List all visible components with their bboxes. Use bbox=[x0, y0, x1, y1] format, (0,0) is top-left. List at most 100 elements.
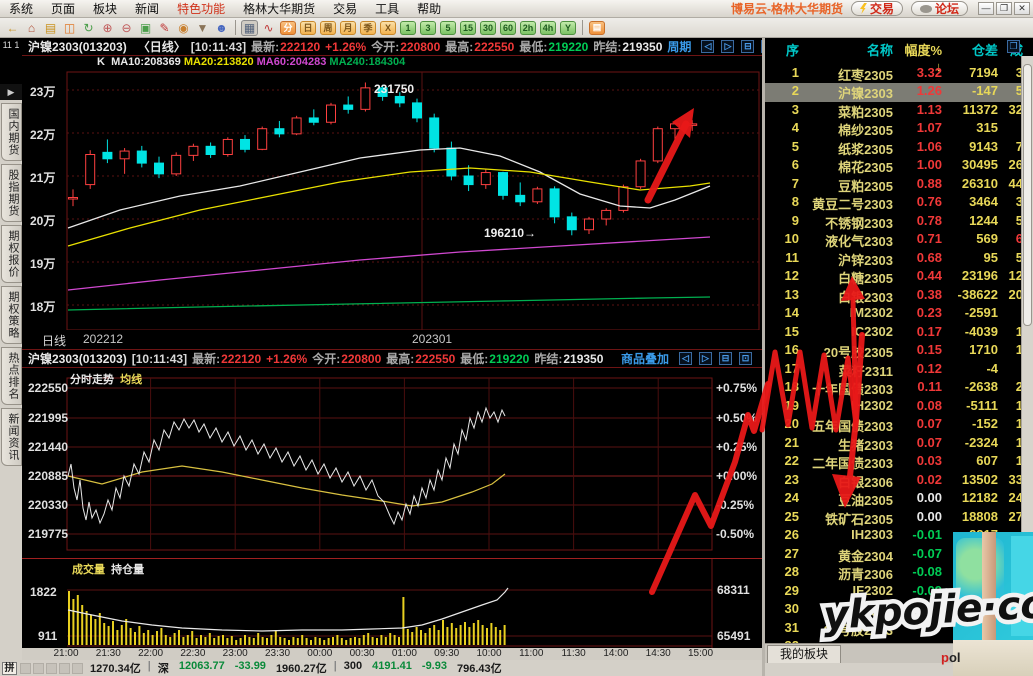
menu-item-3[interactable]: 新闻 bbox=[126, 0, 168, 17]
quote-row-19[interactable]: 19IH23020.08-51111 bbox=[765, 398, 1023, 417]
quote-row-11[interactable]: 11沪锌23030.68955 bbox=[765, 250, 1023, 269]
quote-row-9[interactable]: 9不锈钢23030.7812445 bbox=[765, 213, 1023, 232]
zoom-in-icon[interactable]: ⊕ bbox=[99, 20, 116, 36]
quote-row-18[interactable]: 18十年国债23030.11-26382 bbox=[765, 379, 1023, 398]
period-3min-chip[interactable]: 3 bbox=[420, 21, 436, 35]
quote-row-2[interactable]: 2沪镍23031.26-1475 bbox=[765, 83, 1023, 102]
time-tick: 09:30 bbox=[434, 648, 459, 659]
horn-icon[interactable]: ◉ bbox=[175, 20, 192, 36]
panel-window-icon[interactable]: ◁ bbox=[701, 40, 714, 53]
home-icon[interactable]: ⌂ bbox=[23, 20, 40, 36]
quote-row-22[interactable]: 22二年国债23030.036071 bbox=[765, 453, 1023, 472]
period-15min-chip[interactable]: 15 bbox=[460, 21, 476, 35]
panel-window-icon[interactable]: ◁ bbox=[679, 352, 692, 365]
tick-chip[interactable]: 分 bbox=[280, 21, 296, 35]
panel-maximize-icon[interactable]: ❐ bbox=[1007, 40, 1020, 53]
period-2h-chip[interactable]: 2h bbox=[520, 21, 536, 35]
period-1min-chip[interactable]: 1 bbox=[400, 21, 416, 35]
users-icon[interactable]: ☻ bbox=[213, 20, 230, 36]
quote-row-6[interactable]: 6棉花23051.003049526 bbox=[765, 157, 1023, 176]
sidebar-tab-2[interactable]: 股指期货 bbox=[1, 164, 22, 222]
period-custom-chip[interactable]: X bbox=[380, 21, 396, 35]
menu-item-4[interactable]: 特色功能 bbox=[168, 0, 234, 17]
panel-window-icon[interactable]: ⊟ bbox=[741, 40, 754, 53]
maximize-button[interactable]: ❐ bbox=[996, 2, 1012, 15]
panel-window-icon[interactable]: ▷ bbox=[721, 40, 734, 53]
scrollbar-thumb[interactable] bbox=[1023, 64, 1032, 326]
sidebar-tab-3[interactable]: 期权报价 bbox=[1, 225, 22, 283]
menu-item-2[interactable]: 板块 bbox=[84, 0, 126, 17]
back-icon[interactable]: ← bbox=[4, 20, 21, 36]
sidebar-tab-1[interactable]: 国内期货 bbox=[1, 103, 22, 161]
f10-icon[interactable]: ◫ bbox=[61, 20, 78, 36]
period-month-chip[interactable]: 月 bbox=[340, 21, 356, 35]
quote-row-24[interactable]: 24豆油23050.001218224 bbox=[765, 490, 1023, 509]
quote-row-1[interactable]: 1红枣23053.3271943 bbox=[765, 65, 1023, 84]
period-5min-chip[interactable]: 5 bbox=[440, 21, 456, 35]
quote-table-header[interactable]: 序名称幅度% ↓仓差成 bbox=[765, 38, 1033, 58]
menu-item-6[interactable]: 交易 bbox=[324, 0, 366, 17]
minimize-button[interactable]: — bbox=[978, 2, 994, 15]
time-tick: 11:00 bbox=[519, 648, 543, 659]
quote-row-20[interactable]: 20五年国债23030.07-1521 bbox=[765, 416, 1023, 435]
panel-window-icon[interactable]: ⊟ bbox=[719, 352, 732, 365]
forum-button[interactable]: 论坛 bbox=[911, 1, 968, 16]
trade-button[interactable]: 交易 bbox=[851, 1, 903, 16]
quote-row-4[interactable]: 4棉纱23051.07315 bbox=[765, 120, 1023, 139]
period-link[interactable]: 周期 bbox=[667, 38, 691, 55]
draw-icon[interactable]: ✎ bbox=[156, 20, 173, 36]
period-30min-chip[interactable]: 30 bbox=[480, 21, 496, 35]
menu-item-8[interactable]: 帮助 bbox=[408, 0, 450, 17]
ime-icon[interactable]: 拼 bbox=[2, 662, 17, 675]
page-icon[interactable]: ▤ bbox=[42, 20, 59, 36]
sidebar-tab-4[interactable]: 期权策略 bbox=[1, 286, 22, 344]
menu-item-5[interactable]: 格林大华期货 bbox=[234, 0, 324, 17]
refresh-icon[interactable]: ↻ bbox=[80, 20, 97, 36]
tab-my-board[interactable]: 我的板块 bbox=[767, 645, 841, 663]
quote-row-25[interactable]: 25铁矿石23050.001880827 bbox=[765, 509, 1023, 528]
panel-window-icon[interactable]: ⊡ bbox=[739, 352, 752, 365]
sidebar-tab-5[interactable]: 热点排名 bbox=[1, 347, 22, 405]
column-header-0[interactable]: 序 bbox=[765, 40, 799, 59]
menu-item-7[interactable]: 工具 bbox=[366, 0, 408, 17]
quote-row-12[interactable]: 12白糖23050.442319612 bbox=[765, 268, 1023, 287]
period-60min-chip[interactable]: 60 bbox=[500, 21, 516, 35]
filter-icon[interactable]: ▼ bbox=[194, 20, 211, 36]
quote-row-13[interactable]: 13白银23030.38-3862220 bbox=[765, 287, 1023, 306]
quote-row-16[interactable]: 1620号胶23050.1517101 bbox=[765, 342, 1023, 361]
quote-row-10[interactable]: 10液化气23030.715696 bbox=[765, 231, 1023, 250]
quote-row-8[interactable]: 8黄豆二号23030.7634643 bbox=[765, 194, 1023, 213]
sidebar-expand-arrow-icon[interactable]: ▶ bbox=[0, 84, 22, 100]
period-mode-label[interactable]: 日线 bbox=[42, 332, 66, 349]
quote-row-7[interactable]: 7豆粕23050.882631044 bbox=[765, 176, 1023, 195]
panel-window-icon[interactable]: ▷ bbox=[699, 352, 712, 365]
quote-row-23[interactable]: 23白银23060.021350233 bbox=[765, 472, 1023, 491]
more-icon[interactable]: ▤ bbox=[589, 21, 605, 35]
period-year-chip[interactable]: Y bbox=[560, 21, 576, 35]
quote-row-15[interactable]: 15IC23020.17-40391 bbox=[765, 324, 1023, 343]
quote-row-21[interactable]: 21生猪23030.07-23241 bbox=[765, 435, 1023, 454]
quote-row-3[interactable]: 3菜粕23051.131137232 bbox=[765, 102, 1023, 121]
kline-icon[interactable]: ∿ bbox=[260, 20, 277, 36]
column-header-3[interactable]: 仓差 bbox=[944, 40, 998, 59]
close-button[interactable]: ✕ bbox=[1014, 2, 1030, 15]
quote-table-icon[interactable]: ▦ bbox=[241, 20, 258, 36]
sidebar-tab-6[interactable]: 新闻资讯 bbox=[1, 408, 22, 466]
period-day-chip[interactable]: 日 bbox=[300, 21, 316, 35]
period-season-chip[interactable]: 季 bbox=[360, 21, 376, 35]
volume-panel[interactable]: 成交量 持仓量 18229116831165491 bbox=[22, 558, 762, 648]
menu-item-1[interactable]: 页面 bbox=[42, 0, 84, 17]
intraday-panel[interactable]: 分时走势 均线 22255022199522144022088522033021… bbox=[22, 368, 762, 558]
overlay-link[interactable]: 商品叠加 bbox=[621, 350, 669, 367]
candlestick-panel[interactable]: K MA10:208369 MA20:213820 MA60:204283 MA… bbox=[22, 56, 762, 330]
quote-row-14[interactable]: 14IM23020.23-2591 bbox=[765, 305, 1023, 324]
zoom-out-icon[interactable]: ⊖ bbox=[118, 20, 135, 36]
quote-row-17[interactable]: 17菜籽23110.12-4 bbox=[765, 361, 1023, 380]
layers-icon[interactable]: ▣ bbox=[137, 20, 154, 36]
chart-area[interactable]: 沪镍2303(013203)〈日线〉[10:11:43]最新:222120+1.… bbox=[22, 38, 762, 660]
quote-row-5[interactable]: 5纸浆23051.0691437 bbox=[765, 139, 1023, 158]
menu-item-0[interactable]: 系统 bbox=[0, 0, 42, 17]
column-header-1[interactable]: 名称 bbox=[801, 40, 893, 59]
period-4h-chip[interactable]: 4h bbox=[540, 21, 556, 35]
period-week-chip[interactable]: 周 bbox=[320, 21, 336, 35]
